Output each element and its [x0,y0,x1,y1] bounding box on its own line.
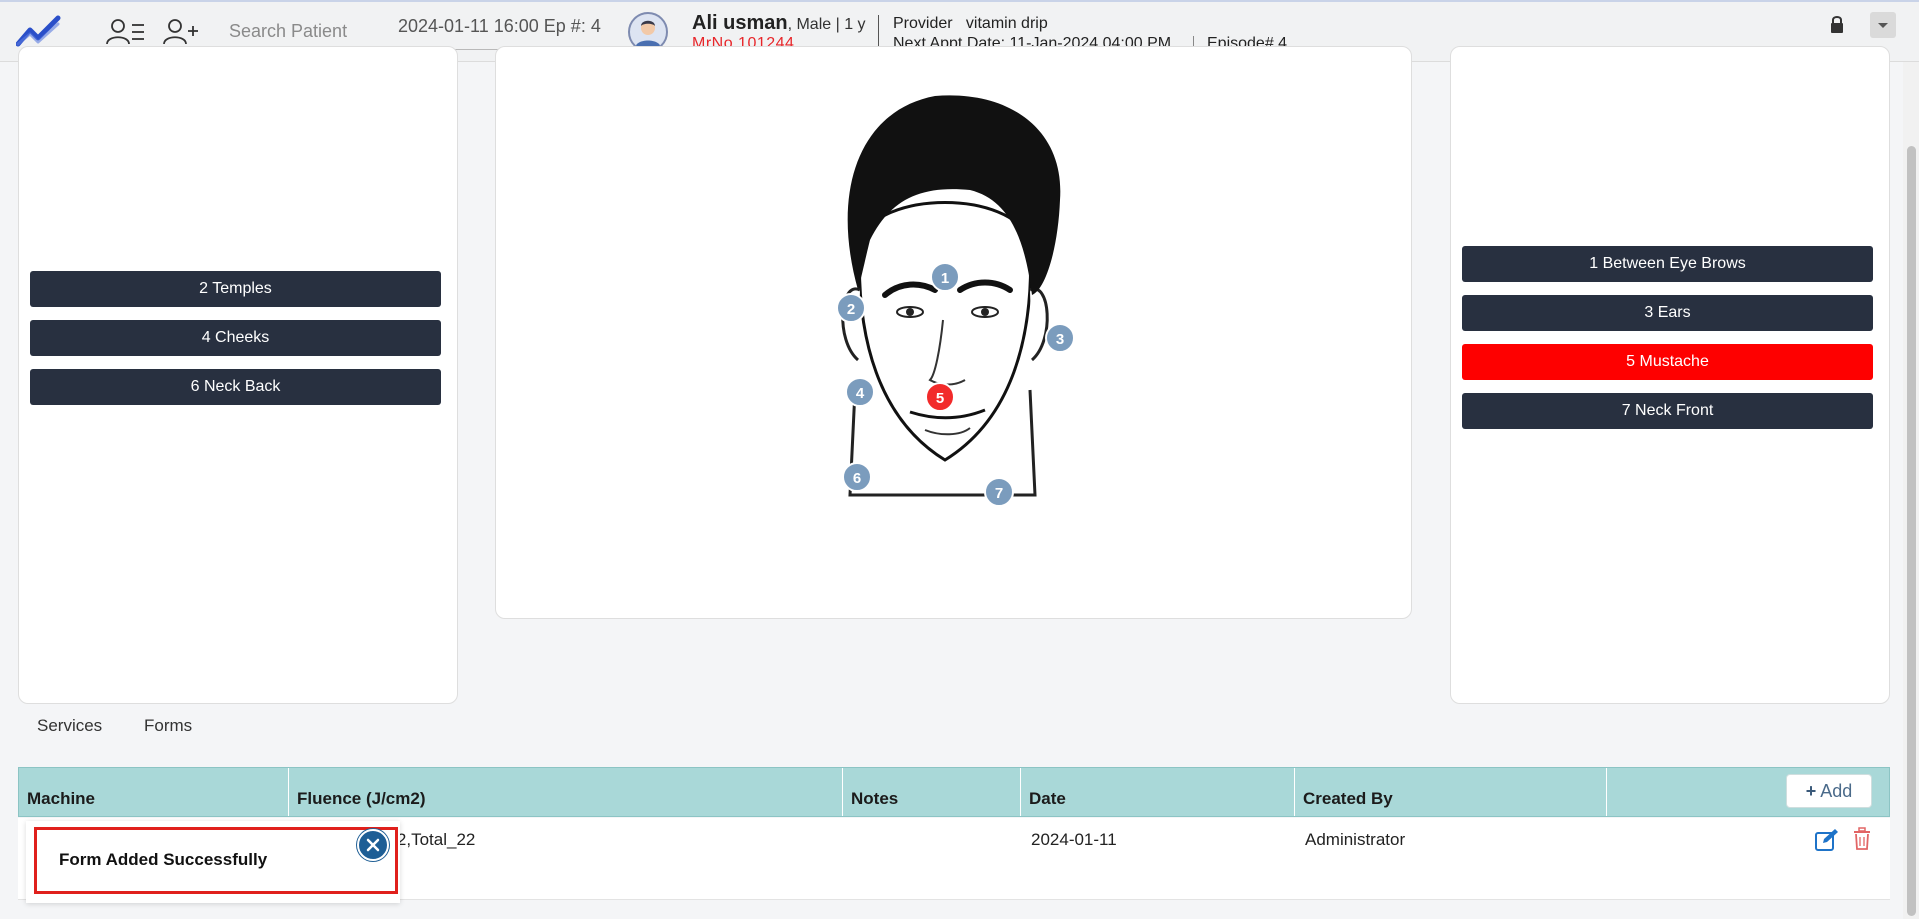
plus-icon: + [1805,781,1817,801]
toast-border: Form Added Successfully [34,827,398,894]
patient-meta: , Male | 1 y [787,16,866,33]
tab-forms[interactable]: Forms [144,716,192,736]
column-date[interactable]: Date [1021,768,1295,816]
add-button-label: Add [1820,781,1853,801]
date-cell: 2024-01-11 [1031,830,1117,849]
patient-name: Ali usman [692,12,788,34]
face-marker-3[interactable]: 3 [1045,323,1075,353]
provider-label: Provider [893,15,953,32]
area-button-neck-back[interactable]: 6 Neck Back [30,369,441,405]
add-patient-icon[interactable] [162,16,202,48]
delete-icon[interactable] [1852,827,1872,851]
face-marker-5[interactable]: 5 [925,382,955,412]
toast-close-button[interactable] [357,829,389,861]
header-dropdown-button[interactable] [1870,12,1896,38]
app-logo-icon[interactable] [16,14,62,48]
edit-icon[interactable] [1814,828,1840,852]
face-marker-1[interactable]: 1 [930,262,960,292]
face-marker-4[interactable]: 4 [845,377,875,407]
scrollbar-thumb[interactable] [1907,146,1916,916]
area-button-temples[interactable]: 2 Temples [30,271,441,307]
area-button-ears[interactable]: 3 Ears [1462,295,1873,331]
patient-list-icon[interactable] [105,16,145,48]
toast-message: Form Added Successfully [59,850,268,869]
search-patient-input[interactable] [229,14,381,50]
table-header: Machine Fluence (J/cm2) Notes Date Creat… [18,767,1890,817]
area-button-between-eye-brows[interactable]: 1 Between Eye Brows [1462,246,1873,282]
face-marker-7[interactable]: 7 [984,477,1014,507]
close-icon [366,838,380,852]
column-machine[interactable]: Machine [19,768,289,816]
provider-value: vitamin drip [965,15,1048,32]
face-marker-6[interactable]: 6 [842,462,872,492]
column-fluence[interactable]: Fluence (J/cm2) [289,768,843,816]
patient-name-line: Ali usman, Male | 1 y [692,12,866,35]
add-button[interactable]: + Add [1786,774,1872,808]
patient-avatar-icon [635,20,661,48]
created-by-cell: Administrator [1305,830,1406,849]
column-notes[interactable]: Notes [843,768,1021,816]
column-created-by[interactable]: Created By [1295,768,1607,816]
area-button-cheeks[interactable]: 4 Cheeks [30,320,441,356]
toast-notification: Form Added Successfully [26,821,400,903]
area-button-mustache[interactable]: 5 Mustache [1462,344,1873,380]
lock-icon[interactable] [1828,14,1846,34]
area-button-neck-front[interactable]: 7 Neck Front [1462,393,1873,429]
tab-services[interactable]: Services [37,716,102,736]
provider-line: Provider vitamin drip [893,15,1048,33]
caret-down-icon [1878,23,1888,28]
episode-select[interactable]: 2024-01-11 16:00 Ep #: 4 [398,14,606,50]
face-marker-2[interactable]: 2 [836,293,866,323]
